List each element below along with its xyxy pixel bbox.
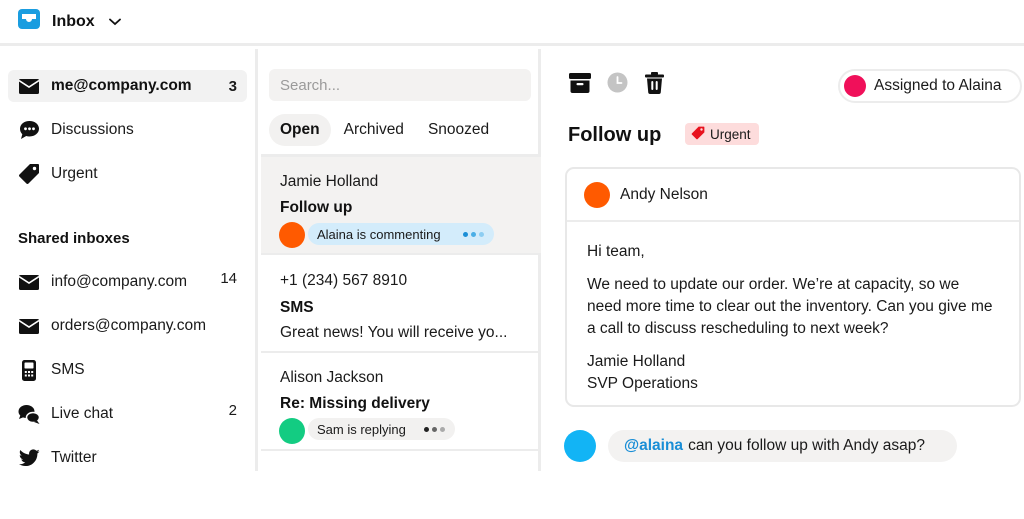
conversation-subject: SMS: [280, 299, 314, 316]
inbox-switcher[interactable]: Inbox: [18, 9, 121, 34]
message-greeting: Hi team,: [587, 243, 645, 260]
sidebar-item-label: Twitter: [51, 449, 97, 466]
chat-bubble-icon: [18, 119, 40, 141]
sidebar-item-label: orders@company.com: [51, 317, 206, 334]
commenter-avatar: [564, 430, 596, 462]
conversation-sender: Jamie Holland: [280, 173, 379, 190]
assignee-label: Assigned to Alaina: [874, 77, 1002, 94]
trash-icon: [644, 71, 664, 99]
sidebar-item-me-company[interactable]: me@company.com 3: [8, 70, 247, 102]
message-card: Andy Nelson Hi team, We need to update o…: [565, 167, 1021, 407]
conversation-sender: Alison Jackson: [280, 369, 384, 386]
sidebar-item-label: info@company.com: [51, 273, 188, 290]
comment-text: can you follow up with Andy asap?: [688, 437, 926, 454]
activity-indicator: Alaina is commenting: [308, 223, 494, 245]
activity-text: Sam is replying: [317, 421, 406, 437]
archive-box-icon: [569, 72, 591, 98]
sidebar-item-urgent[interactable]: Urgent: [8, 158, 247, 190]
typing-dots-icon: [463, 231, 484, 237]
unread-count: 3: [228, 77, 237, 95]
signature-title: SVP Operations: [587, 375, 698, 392]
delete-button[interactable]: [642, 71, 666, 99]
tab-snoozed[interactable]: Snoozed: [417, 114, 500, 146]
tab-open[interactable]: Open: [269, 114, 331, 146]
sender-avatar: [584, 181, 610, 208]
sidebar-item-label: Live chat: [51, 405, 114, 422]
sidebar-item-sms[interactable]: SMS: [8, 354, 247, 386]
inbox-tray-icon: [18, 9, 40, 34]
search-input[interactable]: [269, 69, 531, 101]
chevron-down-icon: [108, 13, 121, 31]
sidebar: me@company.com 3 Discussions Urgent Shar…: [0, 49, 258, 471]
comment-bubble: @alaina can you follow up with Andy asap…: [608, 430, 957, 462]
snooze-button[interactable]: [605, 72, 629, 98]
tag-icon: [18, 163, 40, 185]
sidebar-item-label: SMS: [51, 361, 85, 378]
conversation-item[interactable]: Jamie Holland Follow up Alaina is commen…: [261, 157, 541, 255]
envelope-icon: [18, 271, 40, 293]
envelope-icon: [18, 315, 40, 337]
mobile-phone-icon: [18, 359, 40, 381]
tag-label: Urgent: [710, 126, 751, 142]
envelope-icon: [18, 75, 40, 97]
sidebar-item-info-company[interactable]: info@company.com 14: [8, 266, 247, 298]
message-text: We need to update our order. We’re at ca…: [587, 276, 993, 337]
conversation-title: Follow up: [568, 124, 662, 146]
activity-text: Alaina is commenting: [317, 226, 441, 242]
status-tabs: Open Archived Snoozed: [269, 114, 502, 146]
sidebar-item-discussions[interactable]: Discussions: [8, 114, 247, 146]
live-chat-icon: [18, 403, 40, 425]
top-bar: Inbox: [0, 0, 1024, 46]
tab-archived[interactable]: Archived: [333, 114, 415, 146]
sidebar-item-orders-company[interactable]: orders@company.com: [8, 310, 247, 342]
unread-count: 2: [228, 402, 237, 419]
message-header: Andy Nelson: [567, 169, 1019, 222]
sender-name: Andy Nelson: [620, 185, 708, 203]
internal-comment: @alaina can you follow up with Andy asap…: [564, 430, 957, 462]
avatar: [279, 418, 305, 444]
activity-indicator: Sam is replying: [308, 418, 455, 440]
avatar: [279, 222, 305, 248]
typing-dots-icon: [424, 426, 445, 432]
assignee-avatar: [844, 75, 866, 97]
urgent-tag[interactable]: Urgent: [685, 123, 759, 145]
sidebar-item-label: Urgent: [51, 165, 98, 182]
mention-link[interactable]: @alaina: [624, 437, 683, 455]
clock-icon: [607, 72, 628, 98]
archive-button[interactable]: [568, 72, 592, 98]
sidebar-item-live-chat[interactable]: Live chat 2: [8, 398, 247, 430]
conversation-detail: Assigned to Alaina Follow up Urgent Andy…: [544, 49, 1024, 519]
unread-count: 14: [220, 270, 237, 287]
conversation-toolbar: [568, 71, 666, 99]
sidebar-item-label: Discussions: [51, 121, 134, 138]
message-body: Hi team, We need to update our order. We…: [567, 222, 1019, 395]
twitter-bird-icon: [18, 447, 40, 469]
conversation-item[interactable]: +1 (234) 567 8910 SMS Great news! You wi…: [261, 255, 541, 353]
conversation-preview: Great news! You will receive yo...: [280, 324, 508, 341]
signature-name: Jamie Holland: [587, 353, 686, 370]
conversation-subject: Re: Missing delivery: [280, 395, 430, 412]
sidebar-item-twitter[interactable]: Twitter: [8, 442, 247, 474]
conversation-subject: Follow up: [280, 199, 353, 216]
shared-inboxes-heading: Shared inboxes: [18, 230, 130, 247]
conversation-sender: +1 (234) 567 8910: [280, 272, 408, 289]
inbox-title: Inbox: [52, 12, 95, 30]
sidebar-item-label: me@company.com: [51, 77, 192, 94]
tag-icon: [691, 126, 705, 143]
conversation-list-panel: Open Archived Snoozed Jamie Holland Foll…: [261, 49, 541, 471]
conversation-item[interactable]: Alison Jackson Re: Missing delivery Sam …: [261, 353, 541, 451]
assignee-button[interactable]: Assigned to Alaina: [838, 69, 1022, 103]
